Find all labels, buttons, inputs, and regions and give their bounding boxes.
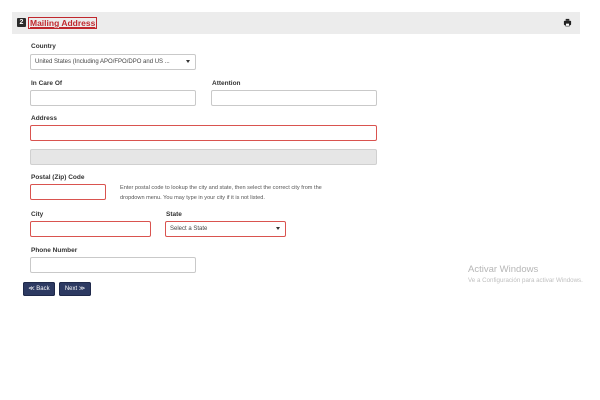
postal-help-line2: dropdown menu. You may type in your city… [120,195,265,201]
in-care-of-label: In Care Of [31,80,63,87]
postal-help-line1: Enter postal code to lookup the city and… [120,185,322,191]
step-number-badge: 2 [17,18,26,27]
postal-code-help: Enter postal code to lookup the city and… [120,183,380,203]
country-label: Country [31,43,56,50]
back-button[interactable]: ≪ Back [23,282,55,296]
print-icon[interactable] [563,18,572,27]
next-button[interactable]: Next ≫ [59,282,91,296]
address-label: Address [31,115,58,122]
phone-number-label: Phone Number [31,247,78,254]
windows-activation-subtitle: Ve a Configuración para activar Windows. [468,277,583,284]
city-input[interactable] [30,221,151,237]
attention-label: Attention [212,80,241,87]
section-title[interactable]: Mailing Address [28,17,98,29]
postal-code-input[interactable] [30,184,106,200]
chevron-down-icon [276,227,280,230]
windows-activation-title: Activar Windows [468,264,539,275]
phone-number-input[interactable] [30,257,196,273]
country-select-value: United States (Including APO/FPO/DPO and… [35,59,170,65]
state-label: State [166,211,182,218]
state-select[interactable]: Select a State [165,221,286,237]
attention-input[interactable] [211,90,377,106]
chevron-down-icon [186,60,190,63]
address-line2-input [30,149,377,165]
in-care-of-input[interactable] [30,90,196,106]
section-header: 2 Mailing Address [12,12,580,34]
postal-code-label: Postal (Zip) Code [31,174,85,181]
state-select-value: Select a State [170,226,208,232]
address-line1-input[interactable] [30,125,377,141]
country-select[interactable]: United States (Including APO/FPO/DPO and… [30,54,196,70]
city-label: City [31,211,44,218]
